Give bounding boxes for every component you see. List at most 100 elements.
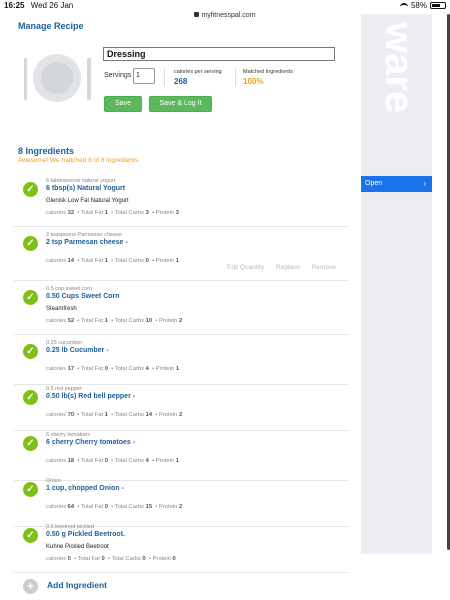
ingredient-nutrition: calories 64 • Total Fat 0 • Total Carbs … [46,504,183,510]
recipe-name-input[interactable]: Dressing [103,47,335,61]
nutrient-label: Total Fat [80,258,104,264]
nutrient-label: calories [46,366,66,372]
fat-value: 0 [104,458,108,464]
check-icon: ✓ [23,344,38,359]
matched-ingredients-value: 100% [243,77,264,86]
ingredient-brand: Kuhne Pickled Beetroot [46,544,109,550]
nutrient-label: Total Carbs [114,210,145,216]
nutrient-label: Total Carbs [114,318,145,324]
replace-link[interactable]: Replace [276,264,300,271]
calories-value: 52 [67,318,75,324]
chevron-right-icon: › [423,179,426,188]
ingredient-source: 6 cherry tomatoes [46,432,91,438]
nutrient-label: Total Carbs [114,458,145,464]
nutrient-label: calories [46,258,66,264]
ingredient-source: 2 teaspoons Parmesan cheese [46,232,122,238]
nutrient-label: Protein [158,412,178,418]
side-ad-panel: ware [361,14,432,554]
nutrient-label: calories [46,412,66,418]
check-icon: ✓ [23,290,38,305]
protein-value: 2 [178,412,183,418]
status-indicators: 58% [399,1,446,10]
divider [235,68,236,86]
open-button-label: Open [365,180,383,187]
carbs-value: 4 [145,366,149,372]
ingredients-title: 8 Ingredients [18,146,75,156]
calories-value: 18 [67,458,75,464]
ingredient-nutrition: calories 17 • Total Fat 0 • Total Carbs … [46,366,179,372]
calories-per-serving-label: calories per serving [174,69,222,75]
carbs-value: 14 [145,412,153,418]
nutrient-label: Total Fat [80,318,104,324]
calories-value: 0 [67,556,71,562]
nutrient-label: Protein [155,210,175,216]
remove-link[interactable]: Remove [312,264,336,271]
carbs-value: 10 [145,318,153,324]
check-icon: ✓ [23,528,38,543]
ingredient-name-link[interactable]: 0.50 g Pickled Beetroot. [46,531,125,538]
nutrient-label: Total Carbs [114,504,145,510]
save-and-log-button[interactable]: Save & Log It [149,96,212,112]
ingredient-name-link[interactable]: 1 cup, chopped Onion - [46,485,124,492]
ingredient-name-link[interactable]: 6 cherry Cherry tomatoes - [46,439,135,446]
battery-icon [430,2,446,9]
protein-value: 1 [175,258,179,264]
fat-value: 0 [104,366,108,372]
save-button[interactable]: Save [104,96,142,112]
nutrient-label: Protein [152,556,171,562]
plus-icon: + [23,579,38,594]
row-divider [14,430,349,431]
fat-value: 1 [104,258,108,264]
status-time: 16:25 [4,1,25,10]
ingredient-name-link[interactable]: 0.50 lb(s) Red bell pepper - [46,393,135,400]
servings-input[interactable]: 1 [133,68,155,84]
ingredient-source: 0.5 beetroot pickled [46,524,95,530]
recipe-plate-icon [22,54,92,112]
row-divider [14,384,349,385]
nutrient-label: calories [46,318,66,324]
calories-per-serving-value: 268 [174,77,188,86]
ingredient-nutrition: calories 18 • Total Fat 0 • Total Carbs … [46,458,179,464]
nutrient-label: Protein [158,504,178,510]
lock-icon [194,12,200,17]
edit-quantity-link[interactable]: Edit Quantity [227,264,264,271]
matched-ingredients-label: Matched Ingredients [243,69,293,75]
check-icon: ✓ [23,390,38,405]
nutrient-label: Total Fat [80,210,104,216]
fork-icon [24,58,27,100]
nutrient-label: calories [46,504,66,510]
nutrient-label: Total Carbs [114,366,145,372]
ingredient-nutrition: calories 0 • Total Fat 0 • Total Carbs 0… [46,556,176,562]
ingredient-name-link[interactable]: 2 tsp Parmesan cheese - [46,239,128,246]
nutrient-label: calories [46,556,66,562]
ingredient-name-link[interactable]: 0.50 Cups Sweet Corn [46,293,120,300]
servings-label: Servings [104,72,132,79]
nutrient-label: Total Fat [80,366,104,372]
nutrient-label: Total Carbs [114,258,145,264]
ingredient-nutrition: calories 52 • Total Fat 1 • Total Carbs … [46,318,183,324]
ingredient-name-link[interactable]: 6 tbsp(s) Natural Yogurt [46,185,125,192]
ingredient-source: 0.5 cup sweet corn [46,286,93,292]
carbs-value: 4 [145,458,149,464]
check-icon: ✓ [23,482,38,497]
carbs-value: 3 [145,210,149,216]
ingredient-actions: Edit Quantity Replace Remove [227,264,346,271]
row-divider [14,572,349,573]
nutrient-label: Total Carbs [111,556,141,562]
open-button[interactable]: Open › [361,176,432,192]
nutrient-label: Protein [155,366,175,372]
fat-value: 1 [104,318,108,324]
fat-value: 0 [104,504,108,510]
protein-value: 1 [175,458,179,464]
check-icon: ✓ [23,436,38,451]
calories-value: 17 [67,366,75,372]
knife-icon [87,58,91,100]
ingredient-nutrition: calories 32 • Total Fat 1 • Total Carbs … [46,210,179,216]
fat-value: 1 [104,412,108,418]
nutrient-label: Protein [155,458,175,464]
plate-icon [33,54,81,102]
nutrient-label: Protein [155,258,175,264]
calories-value: 14 [67,258,75,264]
ingredient-name-link[interactable]: 0.25 lb Cucumber - [46,347,109,354]
manage-recipe-title: Manage Recipe [18,21,84,31]
